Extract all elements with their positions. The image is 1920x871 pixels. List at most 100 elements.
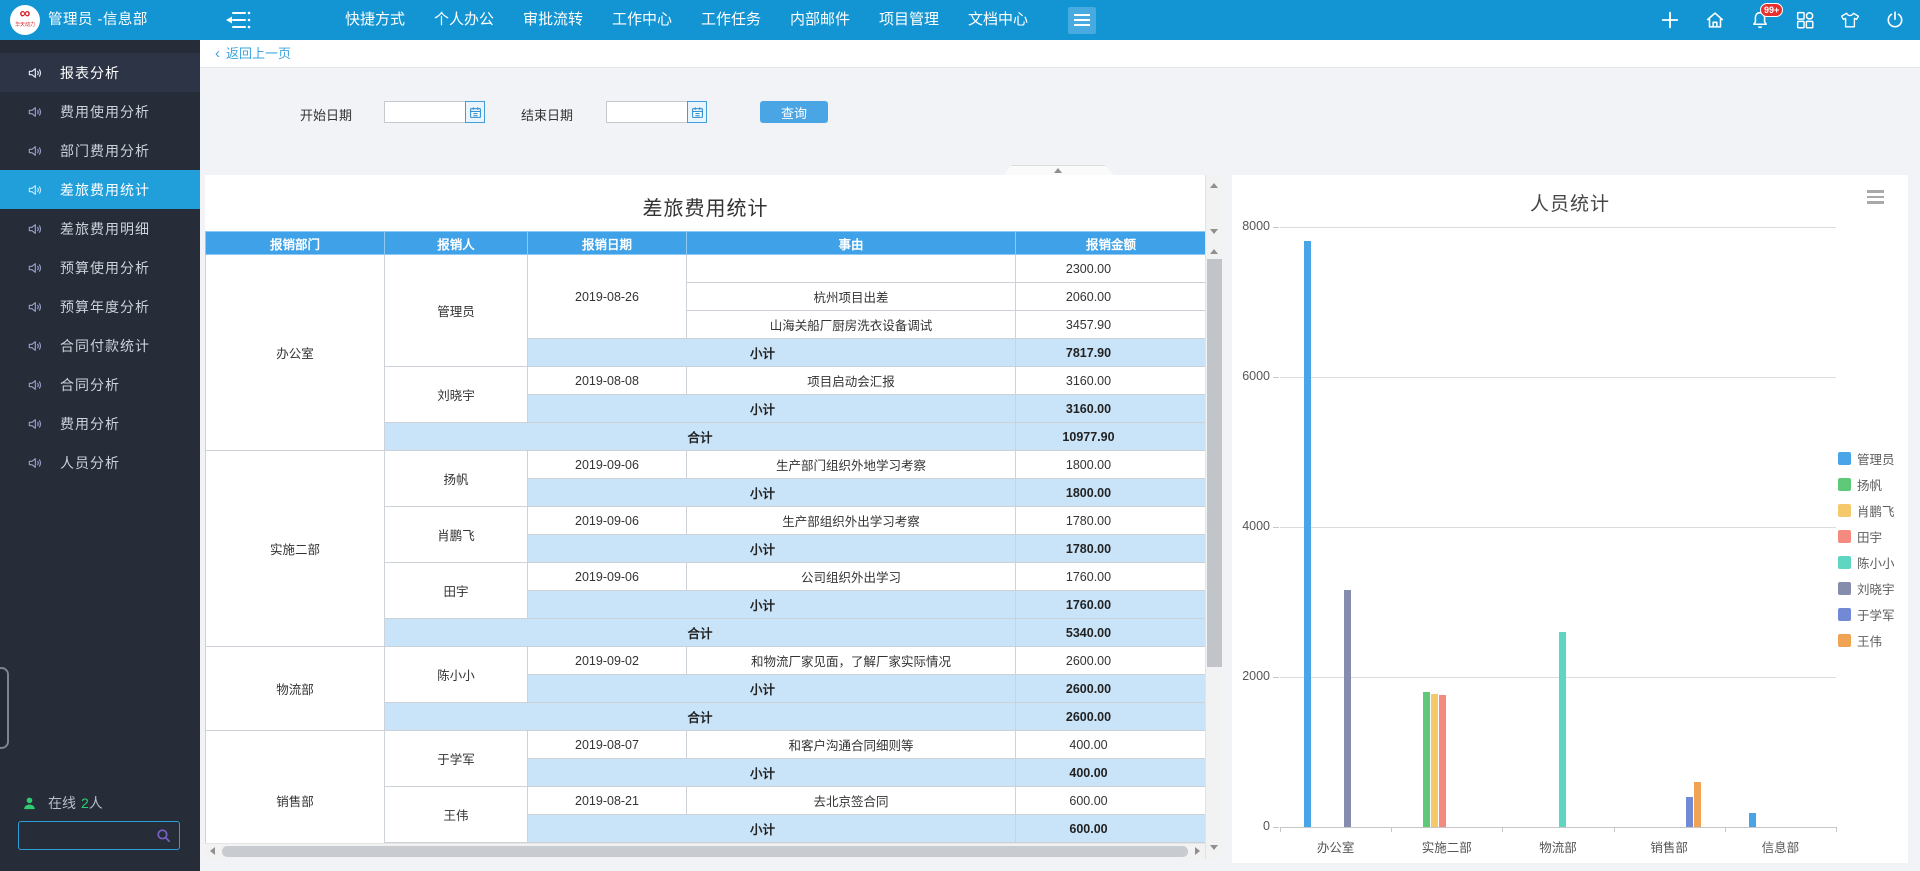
add-icon[interactable] (1659, 9, 1681, 31)
speaker-icon (27, 143, 43, 159)
legend-item-于学军[interactable]: 于学军 (1838, 605, 1895, 624)
reason-cell (687, 255, 1016, 283)
horizontal-scroll-thumb[interactable] (222, 846, 1188, 857)
sidebar-item-人员分析[interactable]: 人员分析 (0, 443, 200, 482)
subtotal-label-cell: 小计 (528, 339, 1016, 367)
speaker-icon (27, 299, 43, 315)
theme-shirt-icon[interactable] (1839, 9, 1861, 31)
end-date-label: 结束日期 (521, 105, 573, 124)
table-row: 实施二部扬帆2019-09-06生产部门组织外地学习考察1800.00 (206, 451, 1207, 479)
subtotal-label-cell: 小计 (528, 759, 1016, 787)
nav-item-1[interactable]: 快捷方式 (345, 0, 405, 40)
chart-bar-田宇-实施二部[interactable] (1439, 695, 1446, 827)
gridline (1280, 377, 1836, 378)
start-date-calendar-icon[interactable] (465, 101, 485, 123)
legend-item-扬帆[interactable]: 扬帆 (1838, 475, 1882, 494)
subtotal-label-cell: 小计 (528, 479, 1016, 507)
y-tick-label: 0 (1232, 819, 1270, 833)
sidebar-item-部门费用分析[interactable]: 部门费用分析 (0, 131, 200, 170)
subtotal-label-cell: 小计 (528, 591, 1016, 619)
table-horizontal-scrollbar[interactable] (205, 843, 1205, 859)
table-row: 物流部陈小小2019-09-02和物流厂家见面，了解厂家实际情况2600.00 (206, 647, 1207, 675)
chart-menu-icon[interactable] (1867, 190, 1884, 207)
sidebar-item-费用使用分析[interactable]: 费用使用分析 (0, 92, 200, 131)
legend-label: 刘晓宇 (1857, 579, 1895, 598)
table-vertical-scrollbar[interactable] (1205, 175, 1222, 859)
vertical-scroll-thumb[interactable] (1207, 259, 1222, 667)
end-date-input[interactable] (606, 101, 687, 123)
person-cell: 王伟 (385, 787, 528, 843)
sidebar-item-预算使用分析[interactable]: 预算使用分析 (0, 248, 200, 287)
sidebar-item-预算年度分析[interactable]: 预算年度分析 (0, 287, 200, 326)
more-menu-button[interactable] (1068, 7, 1096, 34)
legend-item-管理员[interactable]: 管理员 (1838, 449, 1895, 468)
amount-cell: 2300.00 (1016, 255, 1207, 283)
legend-item-肖鹏飞[interactable]: 肖鹏飞 (1838, 501, 1895, 520)
subtotal-amount-cell: 2600.00 (1016, 675, 1207, 703)
date-cell: 2019-09-06 (528, 451, 687, 479)
apps-grid-icon[interactable] (1794, 9, 1816, 31)
logout-power-icon[interactable] (1884, 9, 1906, 31)
nav-item-6[interactable]: 内部邮件 (790, 0, 850, 40)
sidebar-item-合同付款统计[interactable]: 合同付款统计 (0, 326, 200, 365)
sidebar-item-报表分析[interactable]: 报表分析 (0, 53, 200, 92)
nav-item-8[interactable]: 文档中心 (968, 0, 1028, 40)
x-tick-label: 办公室 (1291, 837, 1381, 856)
nav-item-7[interactable]: 项目管理 (879, 0, 939, 40)
scroll-up-icon[interactable] (1210, 249, 1218, 254)
back-link[interactable]: ‹返回上一页 (215, 40, 291, 68)
menu-collapse-icon[interactable] (224, 9, 252, 31)
sidebar-item-label: 预算使用分析 (60, 258, 150, 278)
nav-item-5[interactable]: 工作任务 (701, 0, 761, 40)
chart-bar-刘晓宇-办公室[interactable] (1344, 590, 1351, 827)
nav-item-3[interactable]: 审批流转 (523, 0, 583, 40)
search-icon[interactable] (155, 827, 172, 849)
sidebar-item-label: 合同付款统计 (60, 336, 150, 356)
start-date-input[interactable] (384, 101, 465, 123)
scroll-down-icon[interactable] (1210, 845, 1218, 850)
legend-item-田宇[interactable]: 田宇 (1838, 527, 1882, 546)
notifications-bell-icon[interactable]: 99+ (1749, 9, 1771, 31)
scroll-up-icon[interactable] (1210, 183, 1218, 188)
scroll-down-icon[interactable] (1210, 229, 1218, 234)
speaker-icon (27, 221, 43, 237)
expense-table: 报销部门报销人报销日期事由报销金额 办公室管理员2019-08-262300.0… (205, 231, 1206, 843)
sidebar-search-input[interactable] (25, 822, 145, 849)
reason-cell: 生产部组织外出学习考察 (687, 507, 1016, 535)
total-label-cell: 合计 (385, 703, 1016, 731)
chart-bar-陈小小-物流部[interactable] (1559, 632, 1566, 827)
legend-label: 于学军 (1857, 605, 1895, 624)
y-tick-label: 4000 (1232, 519, 1270, 533)
scroll-right-icon[interactable] (1195, 847, 1200, 855)
chart-bar-扬帆-实施二部[interactable] (1423, 692, 1430, 827)
chart-bar-于学军-销售部[interactable] (1686, 797, 1693, 827)
legend-item-王伟[interactable]: 王伟 (1838, 631, 1882, 650)
total-amount-cell: 10977.90 (1016, 423, 1207, 451)
nav-item-2[interactable]: 个人办公 (434, 0, 494, 40)
subtotal-amount-cell: 3160.00 (1016, 395, 1207, 423)
legend-label: 田宇 (1857, 527, 1882, 546)
nav-item-4[interactable]: 工作中心 (612, 0, 672, 40)
end-date-calendar-icon[interactable] (687, 101, 707, 123)
sidebar-resize-handle[interactable] (0, 667, 9, 749)
scroll-left-icon[interactable] (210, 847, 215, 855)
chart-bar-管理员-信息部[interactable] (1749, 813, 1756, 827)
legend-item-刘晓宇[interactable]: 刘晓宇 (1838, 579, 1895, 598)
legend-label: 扬帆 (1857, 475, 1882, 494)
legend-swatch (1838, 556, 1851, 569)
legend-item-陈小小[interactable]: 陈小小 (1838, 553, 1895, 572)
sidebar-item-差旅费用明细[interactable]: 差旅费用明细 (0, 209, 200, 248)
home-icon[interactable] (1704, 9, 1726, 31)
chart-bar-肖鹏飞-实施二部[interactable] (1431, 694, 1438, 828)
sidebar-item-费用分析[interactable]: 费用分析 (0, 404, 200, 443)
chart-bar-管理员-办公室[interactable] (1304, 241, 1311, 827)
y-tick-mark (1273, 227, 1279, 228)
query-button[interactable]: 查询 (760, 101, 828, 123)
speaker-icon (27, 338, 43, 354)
amount-cell: 3457.90 (1016, 311, 1207, 339)
chart-bar-王伟-销售部[interactable] (1694, 782, 1701, 827)
dept-cell: 办公室 (206, 255, 385, 451)
subtotal-amount-cell: 1800.00 (1016, 479, 1207, 507)
sidebar-item-差旅费用统计[interactable]: 差旅费用统计 (0, 170, 200, 209)
sidebar-item-合同分析[interactable]: 合同分析 (0, 365, 200, 404)
